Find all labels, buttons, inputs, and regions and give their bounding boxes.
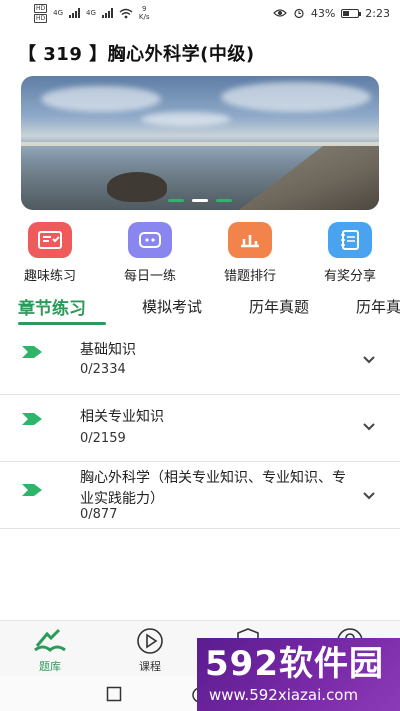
sim-badge-2: HD — [34, 13, 48, 23]
quick-action-label: 每日一练 — [123, 269, 176, 284]
tab-chapter-practice[interactable]: 章节练习 — [18, 294, 86, 319]
speed-unit: K/s — [138, 13, 150, 21]
battery-fill — [343, 10, 350, 16]
chapter-progress: 0/2334 — [80, 362, 126, 377]
nav-label: 课程 — [139, 660, 161, 673]
network-type-1: 4G — [53, 9, 64, 17]
chapter-progress: 0/2159 — [80, 431, 126, 446]
status-left: HD HD 4G 4G 9 K/s — [34, 3, 150, 23]
signal-icon-2 — [101, 8, 113, 18]
chapter-flag-icon — [22, 484, 42, 496]
app-screen: HD HD 4G 4G 9 K/s 43% 2:23 【 319 】胸心外科学(… — [0, 0, 400, 711]
active-tab-indicator — [18, 322, 106, 325]
quick-action-label: 错题排行 — [223, 269, 276, 284]
tab-past-papers-2[interactable]: 历年真 — [356, 296, 400, 317]
chapter-title: 基础知识 — [80, 342, 136, 358]
share-notebook-icon — [328, 222, 372, 258]
exam-tabs: 章节练习 模拟考试 历年真题 历年真 — [0, 290, 400, 330]
carousel-indicator — [21, 199, 379, 202]
list-item[interactable]: 基础知识 0/2334 — [0, 332, 400, 395]
wifi-icon — [119, 8, 133, 18]
network-speed: 9 K/s — [139, 5, 150, 21]
nav-label: 题库 — [39, 660, 61, 673]
nav-course[interactable]: 课程 — [120, 625, 180, 674]
list-item[interactable]: 相关专业知识 0/2159 — [0, 395, 400, 462]
chapter-flag-icon — [22, 413, 42, 425]
banner-cloud — [141, 112, 231, 126]
banner-cloud — [221, 82, 371, 112]
banner-horizon — [21, 142, 379, 146]
clock: 2:23 — [365, 6, 390, 20]
quick-actions: 趣味练习 每日一练 错题排行 有奖分享 — [0, 222, 400, 284]
eye-icon — [272, 9, 287, 17]
chapter-title: 胸心外科学（相关专业知识、专业知识、专业实践能力） — [80, 470, 346, 507]
network-type-2: 4G — [86, 9, 96, 17]
banner-rock — [107, 172, 167, 202]
status-right: 43% 2:23 — [272, 6, 390, 20]
quick-action-fun-practice[interactable]: 趣味练习 — [10, 222, 90, 284]
recent-apps-icon[interactable] — [106, 686, 122, 702]
carousel-dot[interactable] — [216, 199, 232, 202]
nav-question-bank[interactable]: 题库 — [20, 625, 80, 674]
quick-action-label: 趣味练习 — [23, 269, 76, 284]
alarm-icon — [294, 8, 304, 18]
page-title: 【 319 】胸心外科学(中级) — [18, 44, 255, 65]
chapter-title: 相关专业知识 — [80, 409, 164, 425]
carousel-dot[interactable] — [192, 199, 208, 202]
list-item[interactable]: 胸心外科学（相关专业知识、专业知识、专业实践能力） 0/877 — [0, 462, 400, 529]
battery-icon — [341, 8, 362, 18]
quick-action-wrong-ranking[interactable]: 错题排行 — [210, 222, 290, 284]
chevron-down-icon[interactable] — [362, 352, 376, 366]
banner-cloud — [41, 86, 161, 112]
chapter-list: 基础知识 0/2334 相关专业知识 0/2159 胸心外科学（相关专业知识、专… — [0, 332, 400, 529]
sim-badges: HD HD — [34, 3, 48, 23]
watermark-brand: 592软件园 — [205, 644, 384, 684]
chapter-progress: 0/877 — [80, 507, 118, 522]
chapter-flag-icon — [22, 346, 42, 358]
tab-mock-exam[interactable]: 模拟考试 — [142, 296, 202, 317]
question-bank-icon — [20, 625, 80, 657]
play-course-icon — [120, 625, 180, 657]
quick-action-share[interactable]: 有奖分享 — [310, 222, 390, 284]
watermark-url: www.592xiazai.com — [209, 686, 359, 704]
chevron-down-icon[interactable] — [362, 419, 376, 433]
chevron-down-icon[interactable] — [362, 488, 376, 502]
speed-value: 9 — [141, 5, 147, 13]
quiz-board-icon — [28, 222, 72, 258]
status-bar: HD HD 4G 4G 9 K/s 43% 2:23 — [0, 0, 400, 26]
quick-action-label: 有奖分享 — [323, 269, 376, 284]
quick-action-daily-practice[interactable]: 每日一练 — [110, 222, 190, 284]
banner-carousel[interactable] — [21, 76, 379, 210]
daily-practice-icon — [128, 222, 172, 258]
sim-badge-1: HD — [34, 3, 48, 13]
watermark-logo: 592软件园 www.592xiazai.com — [197, 638, 400, 711]
battery-percent: 43% — [310, 6, 336, 20]
carousel-dot[interactable] — [168, 199, 184, 202]
signal-icon — [69, 8, 81, 18]
tab-past-papers[interactable]: 历年真题 — [249, 296, 309, 317]
wrong-ranking-icon — [228, 222, 272, 258]
